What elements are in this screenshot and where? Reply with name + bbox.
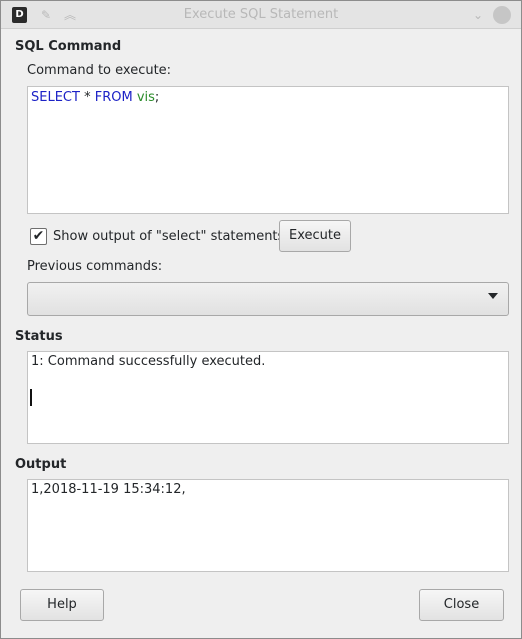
sql-command-editor[interactable]: SELECT * FROM vis; — [27, 86, 509, 214]
sql-keyword-from: FROM — [94, 90, 133, 105]
output-textbox[interactable]: 1,2018-11-19 15:34:12, — [27, 479, 509, 572]
window-title: Execute SQL Statement — [183, 7, 339, 22]
title-bar[interactable]: D ✎ ︽ Execute SQL Statement ⌄ — [1, 1, 521, 29]
output-heading: Output — [15, 457, 67, 472]
execute-button[interactable]: Execute — [279, 220, 351, 252]
sql-keyword-select: SELECT — [31, 90, 80, 105]
status-message: 1: Command successfully executed. — [31, 354, 266, 369]
sql-terminator: ; — [154, 90, 160, 105]
command-to-execute-label: Command to execute: — [27, 63, 172, 78]
close-button[interactable]: Close — [419, 589, 504, 621]
status-textbox[interactable]: 1: Command successfully executed. — [27, 351, 509, 444]
previous-commands-dropdown[interactable] — [27, 282, 509, 316]
sql-command-heading: SQL Command — [15, 39, 122, 54]
chevron-down-icon[interactable] — [488, 293, 498, 299]
minimize-icon[interactable]: ⌄ — [471, 8, 485, 22]
previous-commands-label: Previous commands: — [27, 259, 163, 274]
output-result: 1,2018-11-19 15:34:12, — [31, 482, 186, 497]
show-output-label[interactable]: Show output of "select" statements — [53, 229, 284, 244]
help-button[interactable]: Help — [20, 589, 104, 621]
sql-table-name: vis — [136, 90, 155, 105]
close-window-icon[interactable] — [493, 6, 511, 24]
show-output-checkbox[interactable]: ✔ — [30, 228, 47, 245]
execute-sql-dialog: D ✎ ︽ Execute SQL Statement ⌄ SQL Comman… — [0, 0, 522, 639]
text-caret — [30, 389, 32, 406]
sql-text: SELECT * FROM vis; — [31, 90, 159, 105]
status-heading: Status — [15, 329, 63, 344]
sql-operator: * — [79, 90, 95, 105]
